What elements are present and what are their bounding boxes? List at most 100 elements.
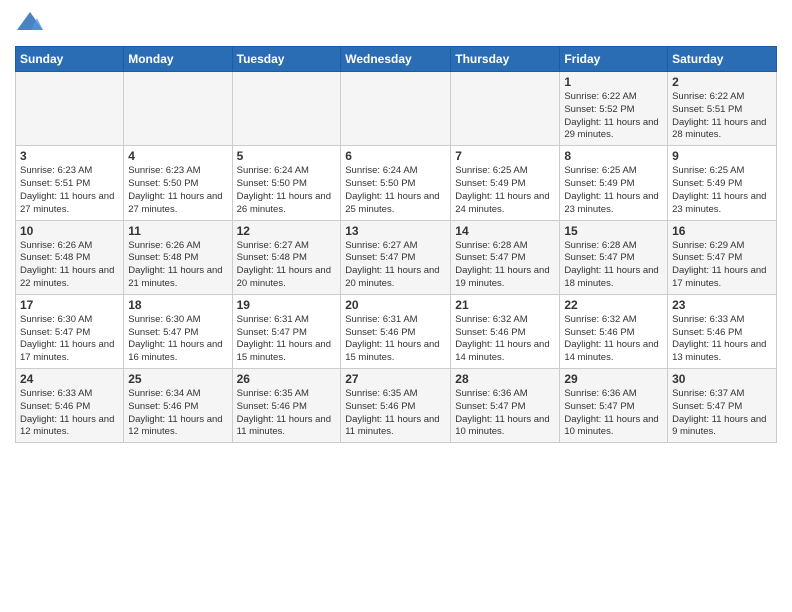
calendar-page: SundayMondayTuesdayWednesdayThursdayFrid… — [0, 0, 792, 453]
day-info: Sunrise: 6:23 AM Sunset: 5:50 PM Dayligh… — [128, 165, 227, 216]
day-info: Sunrise: 6:28 AM Sunset: 5:47 PM Dayligh… — [564, 240, 663, 291]
calendar-cell — [124, 72, 232, 146]
day-info: Sunrise: 6:22 AM Sunset: 5:51 PM Dayligh… — [672, 91, 772, 142]
calendar-week-2: 3 Sunrise: 6:23 AM Sunset: 5:51 PM Daylig… — [16, 146, 777, 220]
calendar-cell: 18 Sunrise: 6:30 AM Sunset: 5:47 PM Dayli… — [124, 294, 232, 368]
logo — [15, 10, 49, 38]
calendar-cell — [451, 72, 560, 146]
day-number: 10 — [20, 224, 119, 238]
weekday-header-saturday: Saturday — [668, 47, 777, 72]
day-number: 23 — [672, 298, 772, 312]
calendar-week-3: 10 Sunrise: 6:26 AM Sunset: 5:48 PM Dayli… — [16, 220, 777, 294]
calendar-table: SundayMondayTuesdayWednesdayThursdayFrid… — [15, 46, 777, 443]
calendar-cell: 29 Sunrise: 6:36 AM Sunset: 5:47 PM Dayli… — [560, 369, 668, 443]
day-number: 5 — [237, 149, 337, 163]
day-info: Sunrise: 6:33 AM Sunset: 5:46 PM Dayligh… — [20, 388, 119, 439]
day-number: 14 — [455, 224, 555, 238]
calendar-week-5: 24 Sunrise: 6:33 AM Sunset: 5:46 PM Dayli… — [16, 369, 777, 443]
calendar-cell: 25 Sunrise: 6:34 AM Sunset: 5:46 PM Dayli… — [124, 369, 232, 443]
day-number: 24 — [20, 372, 119, 386]
weekday-header-thursday: Thursday — [451, 47, 560, 72]
day-number: 22 — [564, 298, 663, 312]
calendar-body: 1Sunrise: 6:22 AM Sunset: 5:52 PM Daylig… — [16, 72, 777, 443]
weekday-header-sunday: Sunday — [16, 47, 124, 72]
day-number: 7 — [455, 149, 555, 163]
calendar-cell: 15Sunrise: 6:28 AM Sunset: 5:47 PM Dayli… — [560, 220, 668, 294]
day-info: Sunrise: 6:29 AM Sunset: 5:47 PM Dayligh… — [672, 240, 772, 291]
calendar-cell: 19 Sunrise: 6:31 AM Sunset: 5:47 PM Dayli… — [232, 294, 341, 368]
calendar-cell — [16, 72, 124, 146]
day-info: Sunrise: 6:31 AM Sunset: 5:46 PM Dayligh… — [345, 314, 446, 365]
day-info: Sunrise: 6:34 AM Sunset: 5:46 PM Dayligh… — [128, 388, 227, 439]
day-number: 29 — [564, 372, 663, 386]
day-number: 28 — [455, 372, 555, 386]
day-number: 18 — [128, 298, 227, 312]
day-info: Sunrise: 6:37 AM Sunset: 5:47 PM Dayligh… — [672, 388, 772, 439]
calendar-cell: 6 Sunrise: 6:24 AM Sunset: 5:50 PM Daylig… — [341, 146, 451, 220]
day-info: Sunrise: 6:27 AM Sunset: 5:48 PM Dayligh… — [237, 240, 337, 291]
day-info: Sunrise: 6:23 AM Sunset: 5:51 PM Dayligh… — [20, 165, 119, 216]
calendar-week-4: 17 Sunrise: 6:30 AM Sunset: 5:47 PM Dayli… — [16, 294, 777, 368]
day-number: 9 — [672, 149, 772, 163]
calendar-cell: 3 Sunrise: 6:23 AM Sunset: 5:51 PM Daylig… — [16, 146, 124, 220]
day-number: 19 — [237, 298, 337, 312]
day-info: Sunrise: 6:35 AM Sunset: 5:46 PM Dayligh… — [345, 388, 446, 439]
day-number: 4 — [128, 149, 227, 163]
day-info: Sunrise: 6:36 AM Sunset: 5:47 PM Dayligh… — [564, 388, 663, 439]
calendar-cell: 16 Sunrise: 6:29 AM Sunset: 5:47 PM Dayli… — [668, 220, 777, 294]
calendar-cell: 12 Sunrise: 6:27 AM Sunset: 5:48 PM Dayli… — [232, 220, 341, 294]
calendar-cell: 7 Sunrise: 6:25 AM Sunset: 5:49 PM Daylig… — [451, 146, 560, 220]
weekday-row: SundayMondayTuesdayWednesdayThursdayFrid… — [16, 47, 777, 72]
calendar-cell: 20Sunrise: 6:31 AM Sunset: 5:46 PM Dayli… — [341, 294, 451, 368]
day-number: 17 — [20, 298, 119, 312]
calendar-cell: 13 Sunrise: 6:27 AM Sunset: 5:47 PM Dayli… — [341, 220, 451, 294]
day-number: 13 — [345, 224, 446, 238]
calendar-cell: 27 Sunrise: 6:35 AM Sunset: 5:46 PM Dayli… — [341, 369, 451, 443]
calendar-cell: 2 Sunrise: 6:22 AM Sunset: 5:51 PM Daylig… — [668, 72, 777, 146]
day-info: Sunrise: 6:32 AM Sunset: 5:46 PM Dayligh… — [455, 314, 555, 365]
calendar-cell: 4 Sunrise: 6:23 AM Sunset: 5:50 PM Daylig… — [124, 146, 232, 220]
day-number: 12 — [237, 224, 337, 238]
logo-icon — [15, 10, 45, 38]
day-number: 3 — [20, 149, 119, 163]
day-info: Sunrise: 6:26 AM Sunset: 5:48 PM Dayligh… — [128, 240, 227, 291]
calendar-cell — [232, 72, 341, 146]
day-info: Sunrise: 6:31 AM Sunset: 5:47 PM Dayligh… — [237, 314, 337, 365]
day-number: 27 — [345, 372, 446, 386]
calendar-cell: 9 Sunrise: 6:25 AM Sunset: 5:49 PM Daylig… — [668, 146, 777, 220]
day-info: Sunrise: 6:24 AM Sunset: 5:50 PM Dayligh… — [345, 165, 446, 216]
day-info: Sunrise: 6:25 AM Sunset: 5:49 PM Dayligh… — [672, 165, 772, 216]
day-number: 8 — [564, 149, 663, 163]
day-info: Sunrise: 6:26 AM Sunset: 5:48 PM Dayligh… — [20, 240, 119, 291]
day-number: 11 — [128, 224, 227, 238]
header — [15, 10, 777, 38]
weekday-header-friday: Friday — [560, 47, 668, 72]
calendar-cell: 10 Sunrise: 6:26 AM Sunset: 5:48 PM Dayli… — [16, 220, 124, 294]
day-number: 6 — [345, 149, 446, 163]
calendar-cell: 30Sunrise: 6:37 AM Sunset: 5:47 PM Dayli… — [668, 369, 777, 443]
calendar-cell: 23Sunrise: 6:33 AM Sunset: 5:46 PM Dayli… — [668, 294, 777, 368]
day-number: 2 — [672, 75, 772, 89]
day-info: Sunrise: 6:25 AM Sunset: 5:49 PM Dayligh… — [564, 165, 663, 216]
day-info: Sunrise: 6:32 AM Sunset: 5:46 PM Dayligh… — [564, 314, 663, 365]
day-info: Sunrise: 6:27 AM Sunset: 5:47 PM Dayligh… — [345, 240, 446, 291]
day-info: Sunrise: 6:25 AM Sunset: 5:49 PM Dayligh… — [455, 165, 555, 216]
calendar-cell: 5 Sunrise: 6:24 AM Sunset: 5:50 PM Daylig… — [232, 146, 341, 220]
day-number: 1 — [564, 75, 663, 89]
day-number: 25 — [128, 372, 227, 386]
calendar-cell: 22 Sunrise: 6:32 AM Sunset: 5:46 PM Dayli… — [560, 294, 668, 368]
calendar-cell: 28Sunrise: 6:36 AM Sunset: 5:47 PM Dayli… — [451, 369, 560, 443]
calendar-header: SundayMondayTuesdayWednesdayThursdayFrid… — [16, 47, 777, 72]
day-number: 16 — [672, 224, 772, 238]
weekday-header-monday: Monday — [124, 47, 232, 72]
day-info: Sunrise: 6:30 AM Sunset: 5:47 PM Dayligh… — [128, 314, 227, 365]
day-info: Sunrise: 6:30 AM Sunset: 5:47 PM Dayligh… — [20, 314, 119, 365]
day-info: Sunrise: 6:35 AM Sunset: 5:46 PM Dayligh… — [237, 388, 337, 439]
calendar-cell: 1Sunrise: 6:22 AM Sunset: 5:52 PM Daylig… — [560, 72, 668, 146]
day-number: 21 — [455, 298, 555, 312]
day-number: 26 — [237, 372, 337, 386]
weekday-header-wednesday: Wednesday — [341, 47, 451, 72]
calendar-cell: 21 Sunrise: 6:32 AM Sunset: 5:46 PM Dayli… — [451, 294, 560, 368]
calendar-cell: 17 Sunrise: 6:30 AM Sunset: 5:47 PM Dayli… — [16, 294, 124, 368]
day-info: Sunrise: 6:24 AM Sunset: 5:50 PM Dayligh… — [237, 165, 337, 216]
